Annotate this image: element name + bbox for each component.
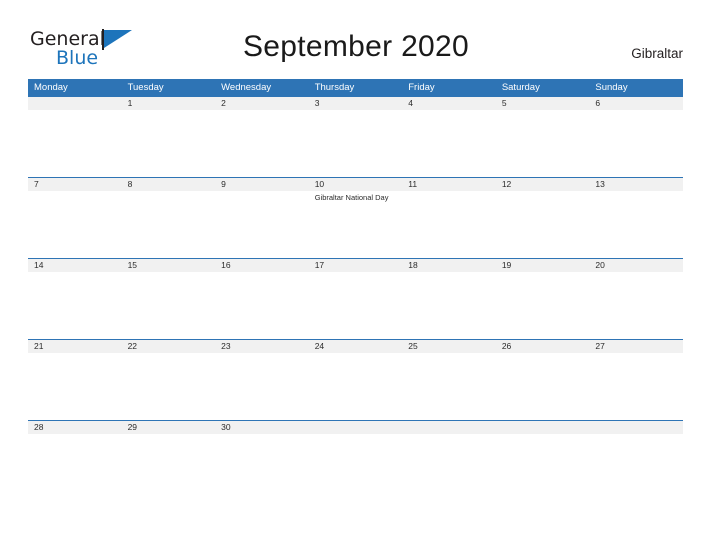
calendar-week-row: 21 22 23 24 25 26 27 bbox=[28, 339, 683, 420]
week-date-number-row: 14 15 16 17 18 19 20 bbox=[28, 259, 683, 272]
day-number-15[interactable]: 15 bbox=[122, 259, 216, 272]
region-label: Gibraltar bbox=[631, 46, 683, 61]
day-cell-empty bbox=[309, 272, 403, 339]
day-number-16[interactable]: 16 bbox=[215, 259, 309, 272]
calendar-week-row: 123456 bbox=[28, 96, 683, 177]
day-cell-empty bbox=[309, 353, 403, 420]
weekday-header-wednesday: Wednesday bbox=[221, 82, 272, 93]
day-cell-empty bbox=[28, 110, 122, 177]
week-date-number-row: 7 8 9 10 11 12 13 bbox=[28, 178, 683, 191]
day-cell-empty bbox=[215, 434, 309, 496]
day-cell-empty bbox=[28, 272, 122, 339]
week-event-row bbox=[28, 110, 683, 177]
day-number-14[interactable]: 14 bbox=[28, 259, 122, 272]
week-date-number-row: 28 29 30 bbox=[28, 421, 683, 434]
day-number-20[interactable]: 20 bbox=[589, 259, 683, 272]
day-cell-empty bbox=[589, 191, 683, 258]
day-cell-empty bbox=[402, 110, 496, 177]
day-number-21[interactable]: 21 bbox=[28, 340, 122, 353]
day-event-10[interactable]: Gibraltar National Day bbox=[309, 191, 403, 258]
day-number-27[interactable]: 27 bbox=[589, 340, 683, 353]
day-number-22[interactable]: 22 bbox=[122, 340, 216, 353]
day-number-24[interactable]: 24 bbox=[309, 340, 403, 353]
weekday-header-row: Monday Tuesday Wednesday Thursday Friday Satu… bbox=[28, 79, 683, 96]
week-event-row bbox=[28, 272, 683, 339]
day-cell-empty bbox=[122, 353, 216, 420]
day-cell-empty bbox=[122, 434, 216, 496]
day-cell-empty bbox=[589, 353, 683, 420]
day-cell-empty bbox=[589, 110, 683, 177]
day-number-12[interactable]: 12 bbox=[496, 178, 590, 191]
day-cell-empty bbox=[402, 434, 496, 496]
day-cell-empty bbox=[496, 272, 590, 339]
weekday-header-saturday: Saturday bbox=[501, 82, 540, 93]
day-cell-empty bbox=[402, 272, 496, 339]
day-number-30[interactable]: 30 bbox=[215, 421, 309, 434]
day-number-25[interactable]: 25 bbox=[402, 340, 496, 353]
week-event-row bbox=[28, 353, 683, 420]
day-cell-empty bbox=[402, 191, 496, 258]
day-cell-empty bbox=[122, 110, 216, 177]
day-cell-empty bbox=[122, 191, 216, 258]
day-number-2[interactable]: 2 bbox=[215, 97, 309, 110]
day-number-empty bbox=[309, 421, 403, 434]
week-event-row bbox=[28, 434, 683, 496]
day-cell-empty bbox=[496, 353, 590, 420]
day-cell-empty bbox=[28, 191, 122, 258]
week-event-row: Gibraltar National Day bbox=[28, 191, 683, 258]
day-cell-empty bbox=[309, 434, 403, 496]
day-number-26[interactable]: 26 bbox=[496, 340, 590, 353]
day-number-23[interactable]: 23 bbox=[215, 340, 309, 353]
day-number-13[interactable]: 13 bbox=[589, 178, 683, 191]
day-number-empty bbox=[589, 421, 683, 434]
weekday-header-monday: Monday bbox=[34, 82, 68, 93]
day-number-29[interactable]: 29 bbox=[122, 421, 216, 434]
day-number-empty bbox=[402, 421, 496, 434]
day-number-5[interactable]: 5 bbox=[496, 97, 590, 110]
calendar-week-row: 14 15 16 17 18 19 20 bbox=[28, 258, 683, 339]
day-number-4[interactable]: 4 bbox=[402, 97, 496, 110]
day-number-empty bbox=[28, 97, 122, 110]
day-number-17[interactable]: 17 bbox=[309, 259, 403, 272]
day-cell-empty bbox=[122, 272, 216, 339]
day-cell-empty bbox=[589, 434, 683, 496]
calendar-week-row: 28 29 30 bbox=[28, 420, 683, 496]
day-number-empty bbox=[496, 421, 590, 434]
day-number-19[interactable]: 19 bbox=[496, 259, 590, 272]
day-number-11[interactable]: 11 bbox=[402, 178, 496, 191]
day-number-18[interactable]: 18 bbox=[402, 259, 496, 272]
calendar-weeks: 1 2 3 4 5 6 7 8 9 10 11 12 13 Gibraltar National Day 1… bbox=[28, 96, 683, 496]
page-title: September 2020 bbox=[242, 30, 470, 63]
day-cell-empty bbox=[309, 110, 403, 177]
day-cell-empty bbox=[215, 353, 309, 420]
day-cell-empty bbox=[28, 434, 122, 496]
calendar-grid: Monday Tuesday Wednesday Thursday Friday Satu… bbox=[28, 79, 683, 496]
day-cell-empty bbox=[215, 191, 309, 258]
page-header: General Blue September 2020 Gibraltar bbox=[0, 0, 712, 76]
week-date-number-row: 21 22 23 24 25 26 27 bbox=[28, 340, 683, 353]
day-number-10[interactable]: 10 bbox=[309, 178, 403, 191]
day-cell-empty bbox=[496, 110, 590, 177]
day-cell-empty bbox=[496, 191, 590, 258]
day-number-6[interactable]: 6 bbox=[589, 97, 683, 110]
day-cell-empty bbox=[402, 353, 496, 420]
calendar-page: General Blue September 2020 Gibraltar Mo… bbox=[0, 0, 712, 550]
day-cell-empty bbox=[496, 434, 590, 496]
day-cell-empty bbox=[589, 272, 683, 339]
day-cell-empty bbox=[28, 353, 122, 420]
day-number-28[interactable]: 28 bbox=[28, 421, 122, 434]
weekday-header-friday: Friday bbox=[408, 82, 435, 93]
day-number-1[interactable]: 1 bbox=[122, 97, 216, 110]
day-number-8[interactable]: 8 bbox=[122, 178, 216, 191]
day-cell-empty bbox=[215, 110, 309, 177]
day-number-7[interactable]: 7 bbox=[28, 178, 122, 191]
weekday-header-thursday: Thursday bbox=[314, 82, 355, 93]
day-cell-empty bbox=[215, 272, 309, 339]
day-number-9[interactable]: 9 bbox=[215, 178, 309, 191]
week-date-number-row: 123456 bbox=[28, 97, 683, 110]
day-number-3[interactable]: 3 bbox=[309, 97, 403, 110]
calendar-week-row: 7 8 9 10 11 12 13 Gibraltar National Day bbox=[28, 177, 683, 258]
weekday-header-tuesday: Tuesday bbox=[127, 82, 164, 93]
weekday-header-sunday: Sunday bbox=[595, 82, 628, 93]
